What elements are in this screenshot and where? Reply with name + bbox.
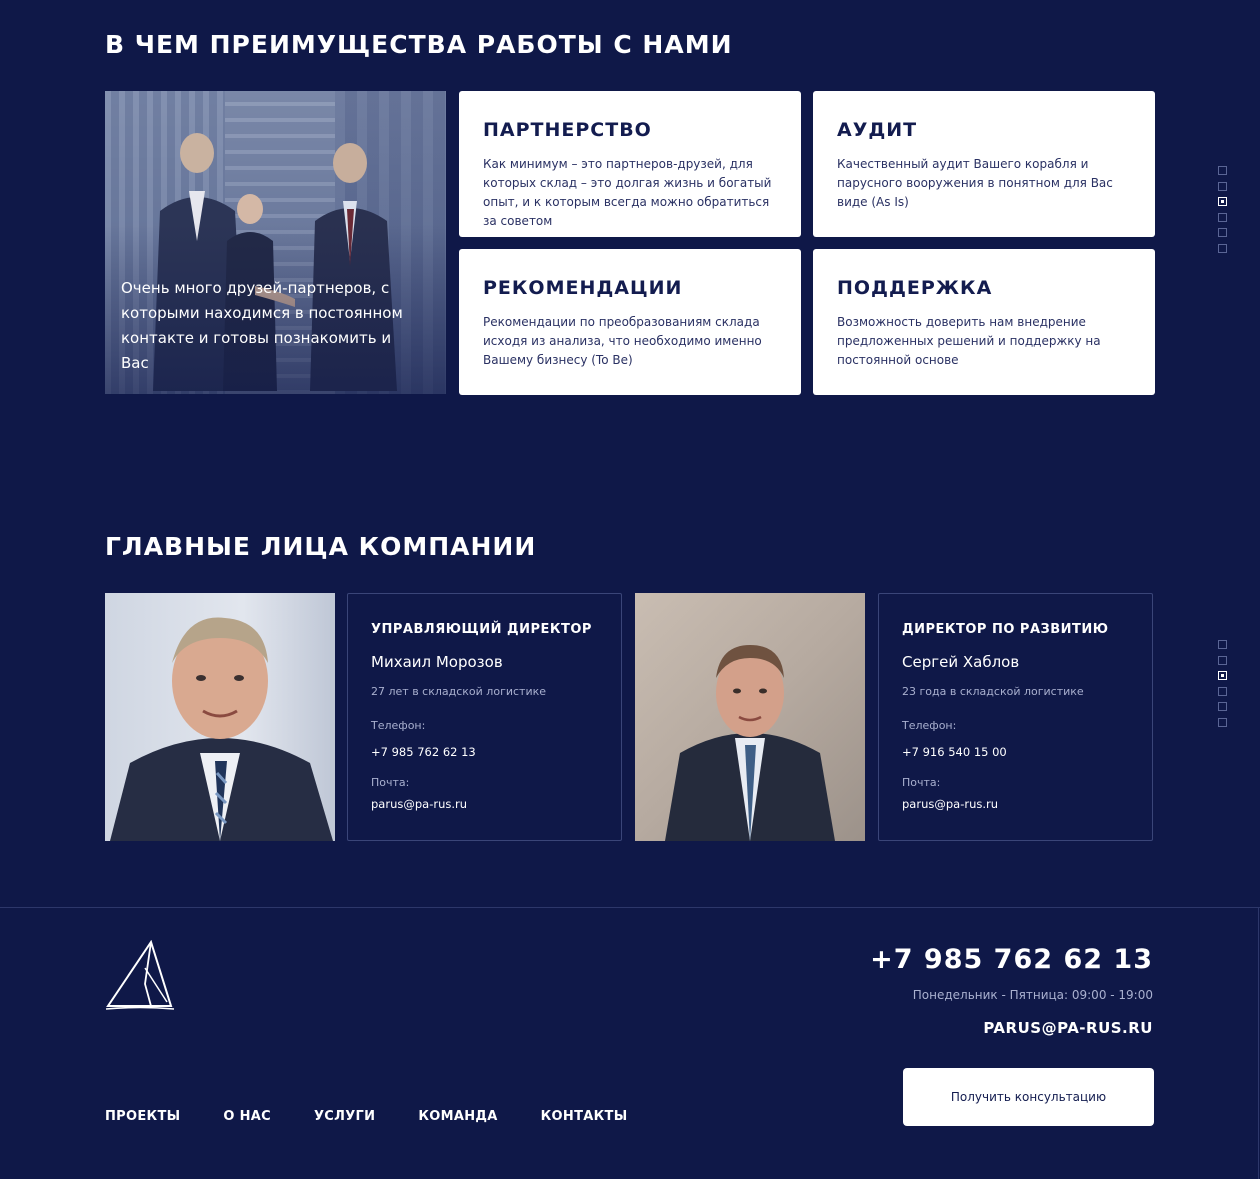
section-pagination: [1218, 166, 1227, 260]
phone-label: Телефон:: [371, 719, 426, 732]
advantages-title: В ЧЕМ ПРЕИМУЩЕСТВА РАБОТЫ С НАМИ: [105, 30, 733, 59]
nav-link-projects[interactable]: ПРОЕКТЫ: [105, 1109, 180, 1124]
pagination-dot-active[interactable]: [1218, 197, 1227, 207]
advantage-card-title: ПАРТНЕРСТВО: [483, 119, 652, 141]
pagination-dot[interactable]: [1218, 640, 1227, 649]
partners-photo-card: Очень много друзей-партнеров, с которыми…: [105, 91, 446, 394]
advantage-card-text: Качественный аудит Вашего корабля и пару…: [837, 157, 1113, 209]
advantage-card-text: Как минимум – это партнеров-друзей, для …: [483, 157, 772, 228]
member-role: УПРАВЛЯЮЩИЙ ДИРЕКТОР: [371, 622, 592, 637]
team-member-card: ДИРЕКТОР ПО РАЗВИТИЮ Сергей Хаблов 23 го…: [878, 593, 1153, 841]
section-pagination: [1218, 640, 1227, 734]
advantage-card-title: АУДИТ: [837, 119, 918, 141]
member-phone-link[interactable]: +7 916 540 15 00: [902, 745, 1129, 759]
email-label: Почта:: [371, 776, 410, 789]
footer-edge-divider: [1258, 907, 1259, 1179]
portrait-image: [110, 617, 333, 841]
advantage-card-text: Рекомендации по преобразованиям склада и…: [483, 315, 762, 367]
photo-caption: Очень много друзей-партнеров, с которыми…: [121, 279, 403, 372]
team-member-card: УПРАВЛЯЮЩИЙ ДИРЕКТОР Михаил Морозов 27 л…: [347, 593, 622, 841]
member-email-link[interactable]: parus@pa-rus.ru: [902, 797, 1129, 811]
working-hours: Понедельник - Пятница: 09:00 - 19:00: [912, 988, 1153, 1002]
pagination-dot[interactable]: [1218, 655, 1227, 665]
pagination-dot[interactable]: [1218, 702, 1227, 712]
pagination-dot-active[interactable]: [1218, 671, 1227, 681]
advantage-card-recommendations: РЕКОМЕНДАЦИИ Рекомендации по преобразова…: [459, 249, 801, 395]
get-consultation-button[interactable]: Получить консультацию: [903, 1068, 1154, 1126]
pagination-dot[interactable]: [1218, 228, 1227, 238]
nav-link-contacts[interactable]: КОНТАКТЫ: [541, 1109, 628, 1124]
phone-label: Телефон:: [902, 719, 957, 732]
portrait-image: [665, 645, 835, 841]
advantage-card-support: ПОДДЕРЖКА Возможность доверить нам внедр…: [813, 249, 1155, 395]
portrait-sergey-khablov: [635, 593, 865, 841]
member-name: Михаил Морозов: [371, 653, 503, 671]
pagination-dot[interactable]: [1218, 686, 1227, 696]
advantage-card-audit: АУДИТ Качественный аудит Вашего корабля …: [813, 91, 1155, 237]
pagination-dot[interactable]: [1218, 181, 1227, 191]
pagination-dot[interactable]: [1218, 212, 1227, 222]
advantage-card-partnership: ПАРТНЕРСТВО Как минимум – это партнеров-…: [459, 91, 801, 237]
member-name: Сергей Хаблов: [902, 653, 1020, 671]
advantage-card-title: ПОДДЕРЖКА: [837, 277, 993, 299]
pagination-dot[interactable]: [1218, 717, 1227, 727]
footer-divider: [0, 907, 1260, 908]
member-experience: 27 лет в складской логистике: [371, 685, 547, 698]
footer-nav: ПРОЕКТЫ О НАС УСЛУГИ КОМАНДА КОНТАКТЫ: [105, 1109, 670, 1124]
advantage-card-title: РЕКОМЕНДАЦИИ: [483, 277, 683, 299]
member-role: ДИРЕКТОР ПО РАЗВИТИЮ: [902, 622, 1109, 637]
footer-email-link[interactable]: PARUS@PA-RUS.RU: [983, 1019, 1153, 1037]
sailboat-logo-icon[interactable]: [105, 940, 175, 1012]
pagination-dot[interactable]: [1218, 243, 1227, 253]
member-phone-link[interactable]: +7 985 762 62 13: [371, 745, 598, 759]
nav-link-about[interactable]: О НАС: [223, 1109, 271, 1124]
nav-link-services[interactable]: УСЛУГИ: [314, 1109, 375, 1124]
member-experience: 23 года в складской логистике: [902, 685, 1084, 698]
pagination-dot[interactable]: [1218, 166, 1227, 175]
team-title: ГЛАВНЫЕ ЛИЦА КОМПАНИИ: [105, 532, 537, 561]
nav-link-team[interactable]: КОМАНДА: [418, 1109, 497, 1124]
advantage-card-text: Возможность доверить нам внедрение предл…: [837, 315, 1101, 367]
footer-phone-link[interactable]: +7 985 762 62 13: [870, 944, 1153, 975]
portrait-mikhail-morozov: [105, 593, 335, 841]
email-label: Почта:: [902, 776, 941, 789]
member-email-link[interactable]: parus@pa-rus.ru: [371, 797, 598, 811]
